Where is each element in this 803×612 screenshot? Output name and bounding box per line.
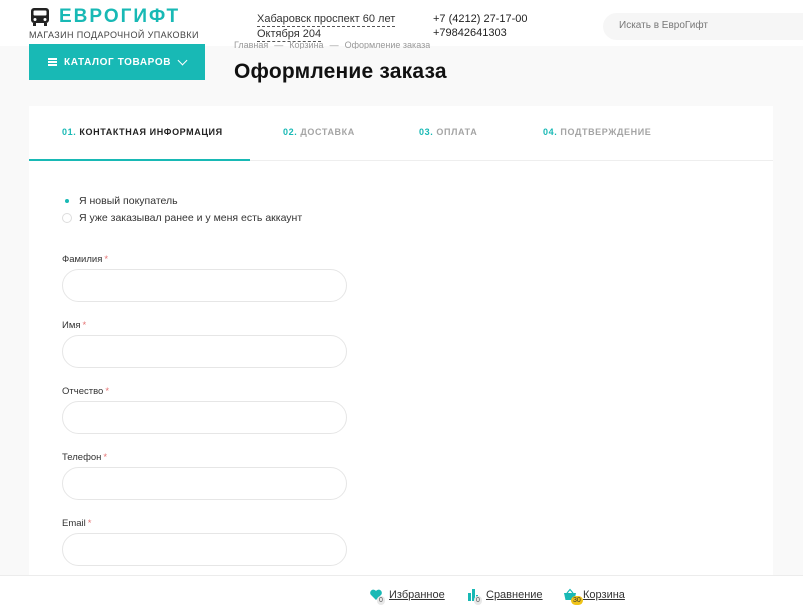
search-input[interactable]: Искать в ЕвроГифт [603,13,803,40]
breadcrumb-home[interactable]: Главная [234,40,268,49]
first-name-field[interactable] [62,335,347,368]
compare-icon: 0 [466,588,482,605]
breadcrumb-cart[interactable]: Корзина [289,40,323,49]
cart-link[interactable]: 30 Корзина [563,588,625,605]
patronymic-label: Отчество * [62,386,110,397]
logo-tagline: МАГАЗИН ПОДАРОЧНОЙ УПАКОВКИ [29,30,199,40]
favorites-count: 0 [377,596,385,605]
chevron-down-icon [177,55,188,66]
first-name-label: Имя * [62,320,87,331]
phone-field[interactable] [62,467,347,500]
favorites-label: Избранное [389,589,445,601]
checkout-form-card: 01. КОНТАКТНАЯ ИНФОРМАЦИЯ 02. ДОСТАВКА 0… [29,106,773,576]
radio-new-buyer[interactable]: Я новый покупатель [62,195,178,207]
step-payment[interactable]: 03. ОПЛАТА [419,127,477,137]
page-title: Оформление заказа [234,60,447,83]
compare-link[interactable]: 0 Сравнение [466,588,543,605]
radio-existing-buyer[interactable]: Я уже заказывал ранее и у меня есть акка… [62,212,302,224]
bottom-bar: 0 Избранное 0 Сравнение 30 Корзина [0,575,803,612]
basket-icon: 30 [563,588,583,605]
menu-icon [48,58,57,66]
active-step-indicator [29,159,250,161]
breadcrumb-current: Оформление заказа [344,40,431,49]
store-address[interactable]: Хабаровск проспект 60 лет Октября 204 [257,12,396,42]
compare-label: Сравнение [486,589,543,601]
radio-selected-indicator [62,196,72,206]
breadcrumb: Главная — Корзина — Оформление заказа [234,40,431,49]
catalog-label: КАТАЛОГ ТОВАРОВ [64,56,172,68]
bus-icon [31,8,49,26]
heart-icon: 0 [369,588,385,605]
radio-existing-buyer-label: Я уже заказывал ранее и у меня есть акка… [79,212,303,224]
radio-unselected-indicator [62,213,72,223]
email-field[interactable] [62,533,347,566]
favorites-link[interactable]: 0 Избранное [369,588,445,605]
last-name-field[interactable] [62,269,347,302]
step-delivery[interactable]: 02. ДОСТАВКА [283,127,355,137]
logo-name: ЕВРОГИФТ [59,6,181,27]
address-line-1[interactable]: Хабаровск проспект 60 лет [257,12,396,27]
compare-count: 0 [474,596,482,605]
checkout-steps: 01. КОНТАКТНАЯ ИНФОРМАЦИЯ 02. ДОСТАВКА 0… [29,106,773,161]
search-placeholder: Искать в ЕвроГифт [619,20,708,31]
phone-1[interactable]: +7 (4212) 27-17-00 [433,12,527,26]
phone-numbers: +7 (4212) 27-17-00 +79842641303 [433,12,527,40]
cart-label: Корзина [583,589,625,601]
logo[interactable]: ЕВРОГИФТ [29,6,180,28]
step-contact-info[interactable]: 01. КОНТАКТНАЯ ИНФОРМАЦИЯ [62,127,223,137]
step-confirmation[interactable]: 04. ПОДТВЕРЖДЕНИЕ [543,127,651,137]
last-name-label: Фамилия * [62,254,109,265]
phone-label: Телефон * [62,452,108,463]
catalog-button[interactable]: КАТАЛОГ ТОВАРОВ [29,44,205,80]
phone-2[interactable]: +79842641303 [433,26,527,40]
email-label: Email * [62,518,92,529]
patronymic-field[interactable] [62,401,347,434]
cart-count: 30 [571,596,583,605]
radio-new-buyer-label: Я новый покупатель [79,195,178,207]
